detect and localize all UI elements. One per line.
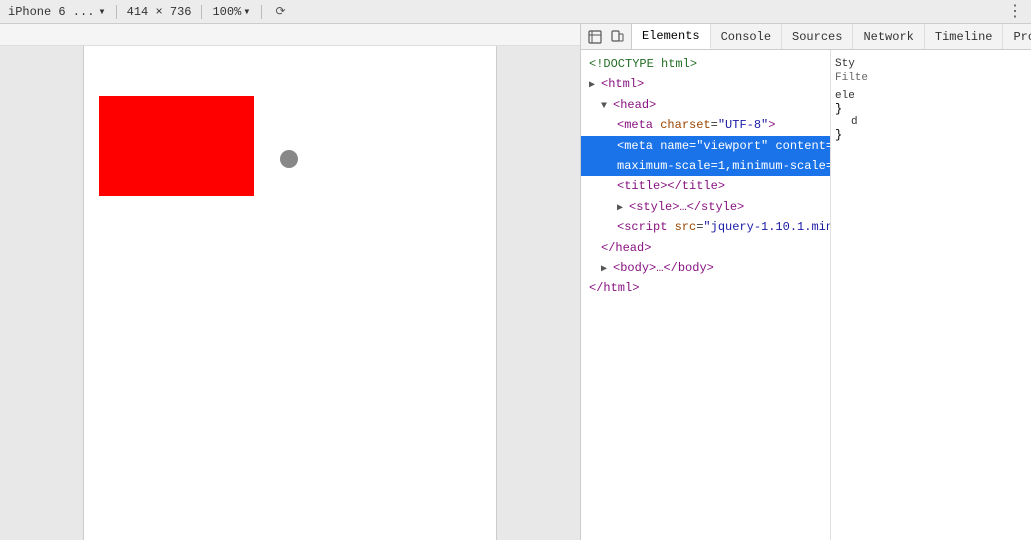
line-head-close[interactable]: </head> (581, 238, 830, 258)
tab-network[interactable]: Network (853, 24, 924, 49)
styles-panel: Sty Filte ele } d } (831, 50, 1031, 540)
separator-1 (116, 5, 117, 19)
device-area (0, 24, 580, 540)
rotate-button[interactable]: ⟳ (272, 3, 290, 21)
devtools-panel: Elements Console Sources Network Timelin… (580, 24, 1031, 540)
line-script[interactable]: <script src="jquery-1.10.1.min.js"></scr… (581, 217, 830, 237)
tab-sources[interactable]: Sources (782, 24, 853, 49)
ruler-bar (0, 24, 580, 46)
device-viewport (83, 46, 497, 540)
elements-panel: <!DOCTYPE html> ▶ <html> ▼ <head> <meta … (581, 50, 831, 540)
styles-header: Sty (835, 58, 1027, 70)
line-body[interactable]: ▶ <body>…</body> (581, 258, 830, 278)
zoom-value: 100% (212, 5, 241, 19)
device-selector[interactable]: iPhone 6 ... ▾ (8, 4, 106, 19)
styles-d: d (835, 116, 1027, 128)
triangle-head[interactable]: ▼ (601, 101, 613, 112)
tab-elements[interactable]: Elements (632, 24, 711, 49)
triangle-style[interactable]: ▶ (617, 203, 629, 214)
device-label: iPhone 6 ... (8, 5, 94, 19)
tab-timeline[interactable]: Timeline (925, 24, 1004, 49)
line-meta-viewport-1[interactable]: <meta name="viewport" content="width=900… (581, 136, 830, 156)
zoom-selector[interactable]: 100% ▾ (212, 4, 250, 19)
styles-brace1: } (835, 102, 1027, 116)
dimensions-display: 414 × 736 (127, 5, 192, 19)
line-html[interactable]: ▶ <html> (581, 74, 830, 94)
line-title[interactable]: <title></title> (581, 176, 830, 196)
styles-filter[interactable]: Filte (835, 70, 1027, 86)
separator-2 (201, 5, 202, 19)
toolbar: iPhone 6 ... ▾ 414 × 736 100% ▾ ⟳ ⋮ (0, 0, 1031, 24)
devtools-tabs: Elements Console Sources Network Timelin… (581, 24, 1031, 50)
line-doctype[interactable]: <!DOCTYPE html> (581, 54, 830, 74)
line-meta-viewport-2[interactable]: maximum-scale=1,minimum-scale=1, user-sc… (581, 156, 830, 176)
device-mode-icon-tab[interactable] (607, 27, 627, 47)
line-style[interactable]: ▶ <style>…</style> (581, 197, 830, 217)
tab-profiles[interactable]: Profiles (1003, 24, 1031, 49)
line-head[interactable]: ▼ <head> (581, 95, 830, 115)
device-dropdown-icon[interactable]: ▾ (98, 4, 105, 19)
triangle-html[interactable]: ▶ (589, 80, 601, 91)
main-area: Elements Console Sources Network Timelin… (0, 24, 1031, 540)
zoom-dropdown-icon[interactable]: ▾ (243, 4, 250, 19)
styles-ele: ele (835, 90, 1027, 102)
devtools-content: <!DOCTYPE html> ▶ <html> ▼ <head> <meta … (581, 50, 1031, 540)
circle-element (280, 150, 298, 168)
styles-brace2: } (835, 128, 1027, 142)
inspect-icon-tab[interactable] (585, 27, 605, 47)
tab-console[interactable]: Console (711, 24, 782, 49)
triangle-body[interactable]: ▶ (601, 264, 613, 275)
red-box (99, 96, 254, 196)
more-options-button[interactable]: ⋮ (1007, 4, 1023, 20)
line-meta-charset[interactable]: <meta charset="UTF-8"> (581, 115, 830, 135)
devtools-icon-tabs (581, 24, 632, 49)
separator-3 (261, 5, 262, 19)
line-html-close[interactable]: </html> (581, 278, 830, 298)
